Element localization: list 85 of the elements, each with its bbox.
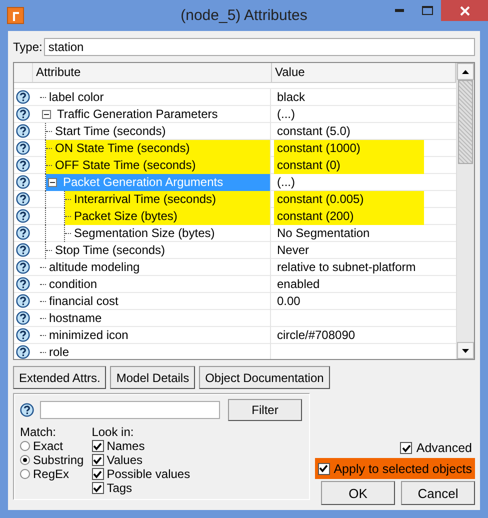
checkbox[interactable] xyxy=(92,468,104,480)
help-icon[interactable] xyxy=(16,260,30,274)
column-header[interactable]: Attribute xyxy=(33,63,272,82)
attribute-name[interactable]: Stop Time (seconds) xyxy=(53,242,270,258)
checkbox[interactable] xyxy=(92,482,104,494)
checkbox[interactable] xyxy=(92,454,104,466)
attribute-name[interactable]: condition xyxy=(47,276,270,292)
attribute-value[interactable]: 0.00 xyxy=(274,292,424,310)
attribute-name[interactable]: Traffic Generation Parameters xyxy=(55,106,270,122)
checkbox-label[interactable]: Advanced xyxy=(416,441,472,455)
close-button[interactable] xyxy=(441,0,488,21)
match-label: Match: xyxy=(20,425,58,439)
attribute-value[interactable]: constant (200) xyxy=(274,208,424,224)
help-icon[interactable] xyxy=(16,243,30,257)
dialog-button[interactable]: OK xyxy=(321,481,395,505)
attribute-name[interactable]: altitude modeling xyxy=(47,258,270,276)
help-icon[interactable] xyxy=(16,192,30,206)
filter-field[interactable] xyxy=(40,401,220,419)
help-icon[interactable] xyxy=(16,175,30,189)
checkbox[interactable] xyxy=(400,442,412,454)
help-icon[interactable] xyxy=(16,328,30,342)
attribute-value[interactable]: constant (0.005) xyxy=(274,190,424,208)
attribute-value[interactable]: enabled xyxy=(274,276,424,292)
toolbar-button[interactable]: Model Details xyxy=(110,366,196,389)
attribute-name[interactable]: minimized icon xyxy=(47,326,270,344)
attribute-value[interactable]: Never xyxy=(274,242,424,258)
help-icon[interactable] xyxy=(16,107,30,121)
help-icon[interactable] xyxy=(16,124,30,138)
attribute-name[interactable]: Segmentation Size (bytes) xyxy=(72,224,270,242)
minimize-icon xyxy=(394,8,404,12)
help-icon[interactable] xyxy=(16,345,30,359)
type-field[interactable]: station xyxy=(44,38,475,56)
window-title: (node_5) Attributes xyxy=(180,7,308,24)
help-icon[interactable] xyxy=(16,158,30,172)
scroll-down-button[interactable] xyxy=(457,342,474,359)
look-in-label: Look in: xyxy=(92,425,135,439)
checkbox[interactable] xyxy=(318,462,330,474)
help-icon[interactable] xyxy=(20,403,34,417)
maximize-icon xyxy=(422,6,432,14)
attribute-value[interactable]: constant (1000) xyxy=(274,140,424,156)
attribute-value[interactable]: relative to subnet-platform xyxy=(274,258,424,276)
up-arrow-icon xyxy=(462,70,469,74)
checkbox[interactable] xyxy=(92,440,104,452)
radio-button[interactable] xyxy=(20,441,30,451)
help-icon[interactable] xyxy=(16,226,30,240)
help-icon[interactable] xyxy=(16,277,30,291)
help-icon[interactable] xyxy=(16,294,30,308)
checkbox-label[interactable]: Apply to selected objects xyxy=(334,462,472,476)
filter-button[interactable]: Filter xyxy=(228,399,302,421)
scroll-up-button[interactable] xyxy=(457,63,474,80)
attribute-name[interactable]: Start Time (seconds) xyxy=(53,122,270,140)
collapse-icon[interactable] xyxy=(48,178,57,186)
checkbox-label[interactable]: Tags xyxy=(106,481,132,495)
attribute-value[interactable]: (...) xyxy=(274,174,424,190)
attribute-value[interactable]: No Segmentation xyxy=(274,224,424,242)
checkbox-label[interactable]: Values xyxy=(106,453,143,467)
attribute-value[interactable]: black xyxy=(274,88,424,106)
close-icon xyxy=(460,6,470,16)
help-icon[interactable] xyxy=(16,141,30,155)
radio-button[interactable] xyxy=(20,469,30,479)
app-logo-icon xyxy=(7,7,24,24)
collapse-icon[interactable] xyxy=(42,110,51,118)
attribute-value[interactable]: (...) xyxy=(274,106,424,122)
attribute-value[interactable]: constant (0) xyxy=(274,156,424,174)
attribute-value[interactable]: constant (5.0) xyxy=(274,122,424,140)
radio-label[interactable]: RegEx xyxy=(33,467,70,481)
radio-button[interactable] xyxy=(20,455,30,465)
attribute-name[interactable]: role xyxy=(47,344,270,359)
toolbar-button[interactable]: Extended Attrs. xyxy=(13,366,106,389)
scrollbar-thumb[interactable] xyxy=(458,80,473,164)
help-icon[interactable] xyxy=(16,90,30,104)
attribute-name[interactable]: hostname xyxy=(47,310,270,326)
help-icon[interactable] xyxy=(16,209,30,223)
radio-label[interactable]: Exact xyxy=(33,439,64,453)
down-arrow-icon xyxy=(462,348,469,352)
attribute-name[interactable]: financial cost xyxy=(47,292,270,310)
help-icon[interactable] xyxy=(16,311,30,325)
checkbox-label[interactable]: Names xyxy=(106,439,145,453)
attribute-value[interactable]: circle/#708090 xyxy=(274,326,424,344)
type-label: Type: xyxy=(13,40,42,54)
dialog-button[interactable]: Cancel xyxy=(401,481,475,505)
checkbox-label[interactable]: Possible values xyxy=(106,467,190,481)
toolbar-button[interactable]: Object Documentation xyxy=(199,366,330,389)
attribute-name[interactable]: label color xyxy=(47,88,270,106)
radio-label[interactable]: Substring xyxy=(33,453,84,467)
